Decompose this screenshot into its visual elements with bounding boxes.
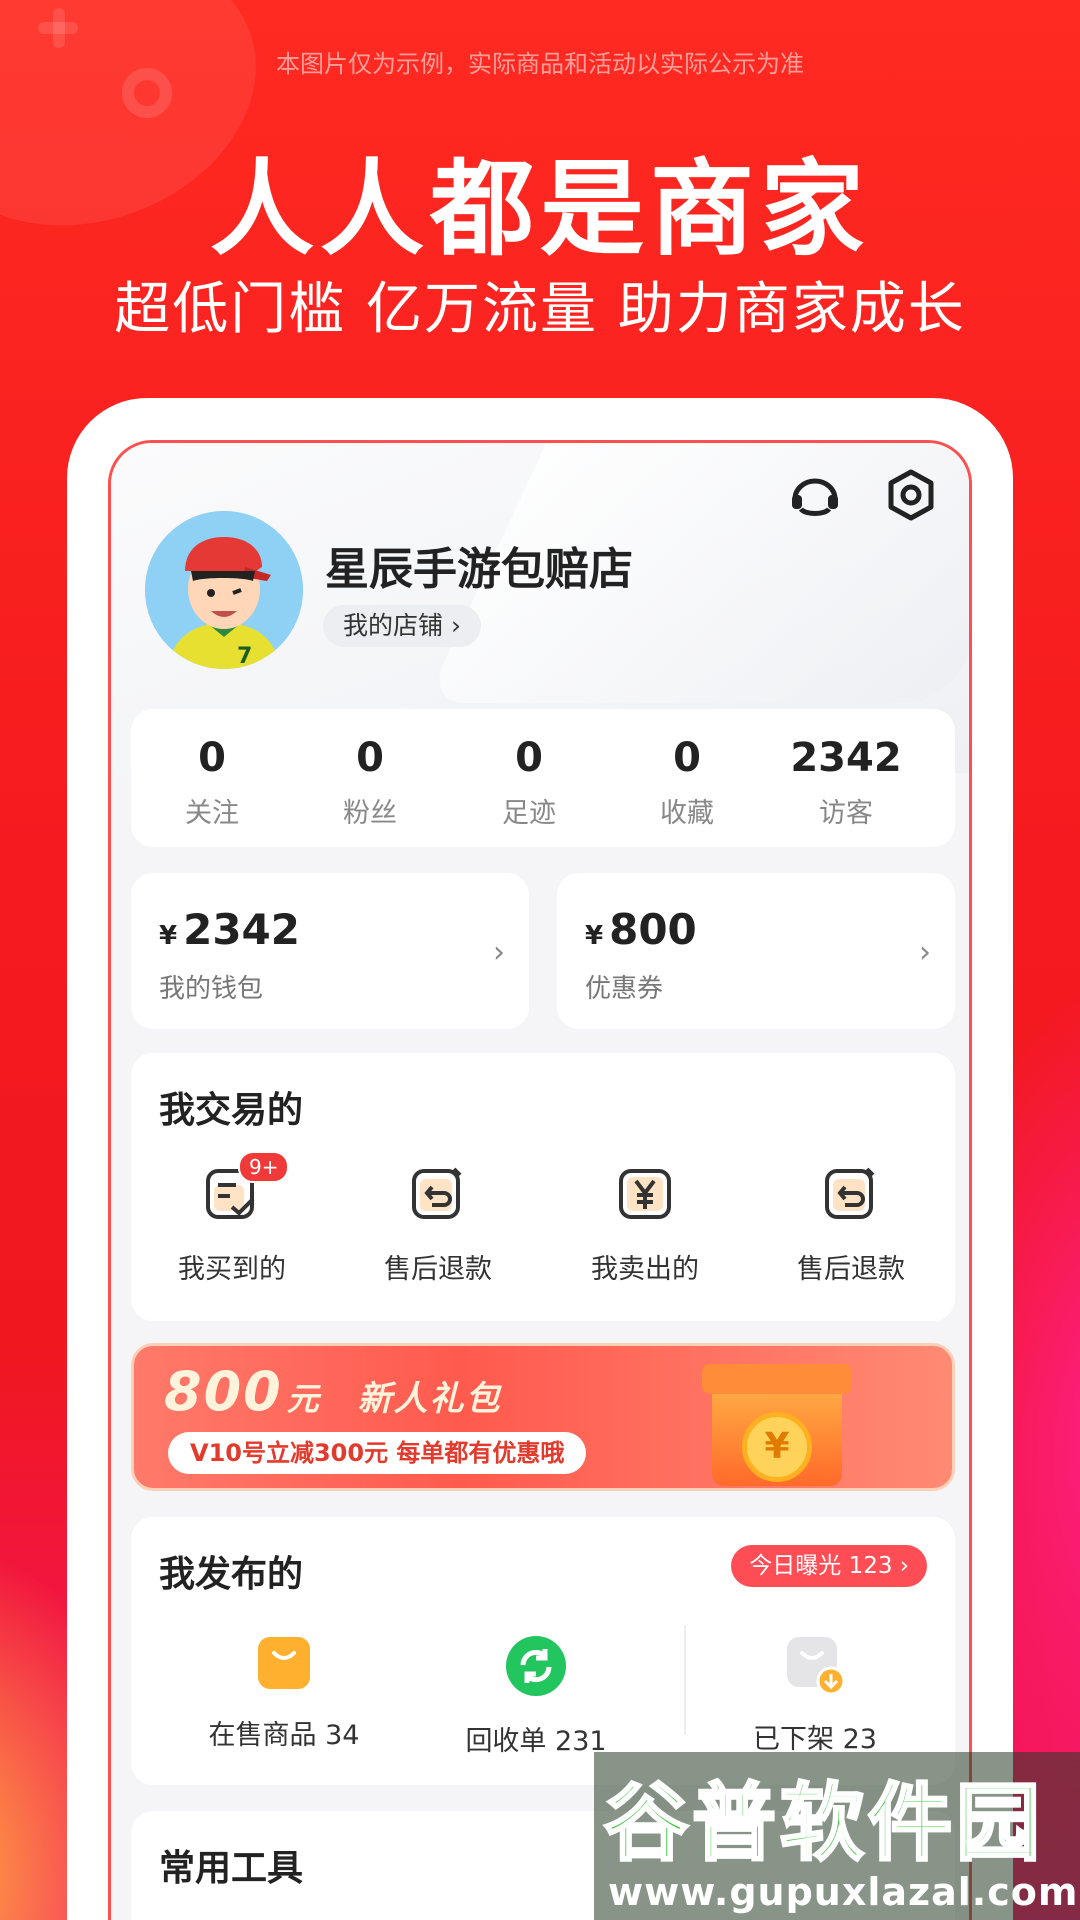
customer-service-icon[interactable] — [787, 467, 843, 523]
divider — [684, 1625, 686, 1735]
yuan-sold-icon — [617, 1165, 673, 1221]
stat-value: 0 — [515, 735, 543, 781]
unread-badge: 9+ — [238, 1151, 290, 1183]
delisted-button[interactable]: 已下架 23 — [700, 1635, 930, 1756]
after-sale-refund-button-2[interactable]: 售后退款 — [761, 1165, 941, 1286]
subheadline: 超低门槛 亿万流量 助力商家成长 — [114, 277, 966, 342]
order-list-icon: 9+ — [204, 1151, 290, 1221]
trades-card: 我交易的 9+ 我买到的 售后退款 我卖出的 售后退款 — [131, 1053, 955, 1321]
published-title: 我发布的 — [159, 1554, 304, 1595]
headline: 人人都是商家 — [209, 148, 870, 270]
op-label: 售后退款 — [384, 1254, 492, 1285]
promo-title: 新人礼包 — [357, 1379, 502, 1419]
watermark-url: www.gupuxlazal.com — [608, 1870, 1079, 1914]
op-label: 售后退款 — [797, 1254, 905, 1285]
refund-icon — [823, 1165, 879, 1221]
settings-icon[interactable] — [883, 467, 939, 523]
promo-headline: 800 元 新人礼包 — [164, 1360, 502, 1423]
currency-symbol: ¥ — [585, 921, 604, 951]
watermark: 谷普软件园 www.gupuxlazal.com — [594, 1752, 1080, 1920]
watermark-name: 谷普软件园 — [602, 1773, 1045, 1874]
my-shop-button[interactable]: 我的店铺 › — [323, 605, 481, 647]
new-user-gift-banner[interactable]: 800 元 新人礼包 V10号立减300元 每单都有优惠哦 ¥ — [131, 1343, 955, 1491]
app-screen: 7 星辰手游包赔店 我的店铺 › 0 关注 0 粉丝 0 足迹 0 收藏 234… — [108, 440, 972, 1920]
stat-value: 0 — [356, 735, 384, 781]
tools-title: 常用工具 — [159, 1848, 304, 1889]
recycle-icon — [505, 1635, 567, 1697]
shopping-bag-icon — [256, 1635, 312, 1691]
stat-visitors[interactable]: 2342 访客 — [771, 709, 921, 830]
delisted-bag-icon — [785, 1635, 846, 1696]
coupon-card[interactable]: ¥800 优惠券 › — [557, 873, 955, 1029]
stat-value: 0 — [673, 735, 701, 781]
promo-amount: 800 — [164, 1360, 283, 1423]
stat-label: 粉丝 — [343, 798, 397, 829]
wallet-card[interactable]: ¥2342 我的钱包 › — [131, 873, 529, 1029]
stat-fans[interactable]: 0 粉丝 — [295, 709, 445, 830]
decor-cross — [38, 8, 78, 48]
coupon-label: 优惠券 — [585, 974, 664, 1004]
trades-title: 我交易的 — [159, 1090, 304, 1131]
currency-symbol: ¥ — [159, 921, 178, 951]
op-label: 我买到的 — [178, 1254, 286, 1285]
stats-card: 0 关注 0 粉丝 0 足迹 0 收藏 2342 访客 — [131, 709, 955, 847]
after-sale-refund-button[interactable]: 售后退款 — [348, 1165, 528, 1286]
bought-button[interactable]: 9+ 我买到的 — [142, 1151, 322, 1286]
stat-label: 收藏 — [660, 798, 714, 829]
on-sale-button[interactable]: 在售商品 34 — [169, 1635, 399, 1752]
stat-label: 关注 — [185, 798, 239, 829]
today-exposure-button[interactable]: 今日曝光 123 › — [731, 1545, 927, 1587]
pub-label: 已下架 23 — [753, 1724, 877, 1755]
stat-follow[interactable]: 0 关注 — [137, 709, 287, 830]
coin-icon: ¥ — [742, 1412, 812, 1482]
refund-icon — [410, 1165, 466, 1221]
published-card: 我发布的 今日曝光 123 › 在售商品 34 回收单 231 已下架 23 — [131, 1517, 955, 1785]
stat-value: 0 — [198, 735, 226, 781]
stat-footprint[interactable]: 0 足迹 — [454, 709, 604, 830]
stat-label: 访客 — [819, 798, 873, 829]
disclaimer-text: 本图片仅为示例，实际商品和活动以实际公示为准 — [276, 50, 804, 78]
promo-pill: V10号立减300元 每单都有优惠哦 — [168, 1432, 587, 1474]
chevron-right-icon: › — [493, 935, 505, 970]
stat-favorites[interactable]: 0 收藏 — [612, 709, 762, 830]
recycle-order-button[interactable]: 回收单 231 — [421, 1635, 651, 1758]
sold-button[interactable]: 我卖出的 — [555, 1165, 735, 1286]
op-label: 我卖出的 — [591, 1254, 699, 1285]
chevron-right-icon: › — [919, 935, 931, 970]
stat-label: 足迹 — [502, 798, 556, 829]
wallet-label: 我的钱包 — [159, 974, 264, 1004]
avatar[interactable]: 7 — [145, 511, 303, 669]
coupon-amount: 800 — [609, 905, 697, 954]
stat-value: 2342 — [790, 735, 902, 781]
wallet-amount: 2342 — [183, 905, 300, 954]
promo-unit: 元 — [286, 1380, 321, 1418]
shop-name: 星辰手游包赔店 — [325, 544, 633, 595]
pub-label: 在售商品 34 — [208, 1720, 360, 1751]
